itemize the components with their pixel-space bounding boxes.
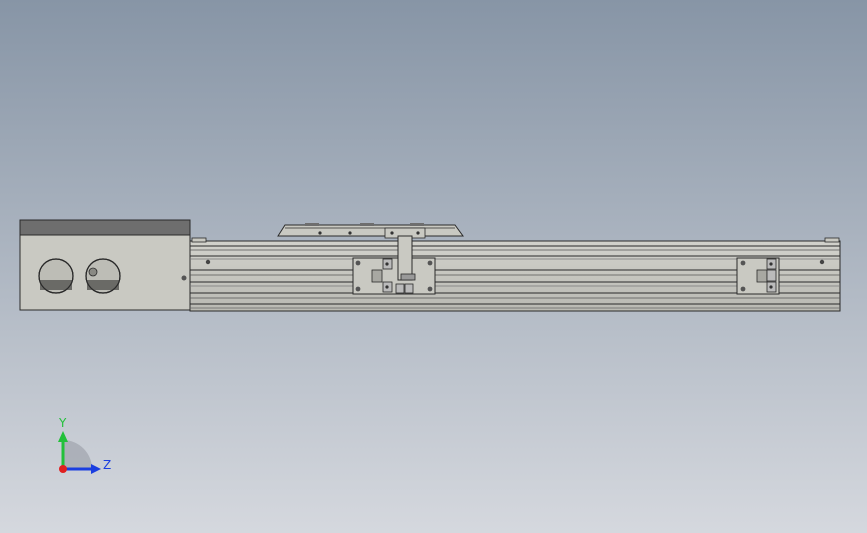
x-axis-origin-icon <box>59 465 67 473</box>
carriage-block-2[interactable] <box>736 257 780 295</box>
triad-y-label: Y <box>58 416 67 430</box>
carriage-top-plate[interactable] <box>277 223 464 239</box>
housing-top-cap <box>19 219 191 236</box>
triad-z-label: Z <box>103 458 111 472</box>
motor-housing[interactable] <box>19 219 191 311</box>
cad-viewport[interactable]: Y Z <box>0 0 867 533</box>
cad-canvas[interactable]: Y Z <box>0 0 867 533</box>
